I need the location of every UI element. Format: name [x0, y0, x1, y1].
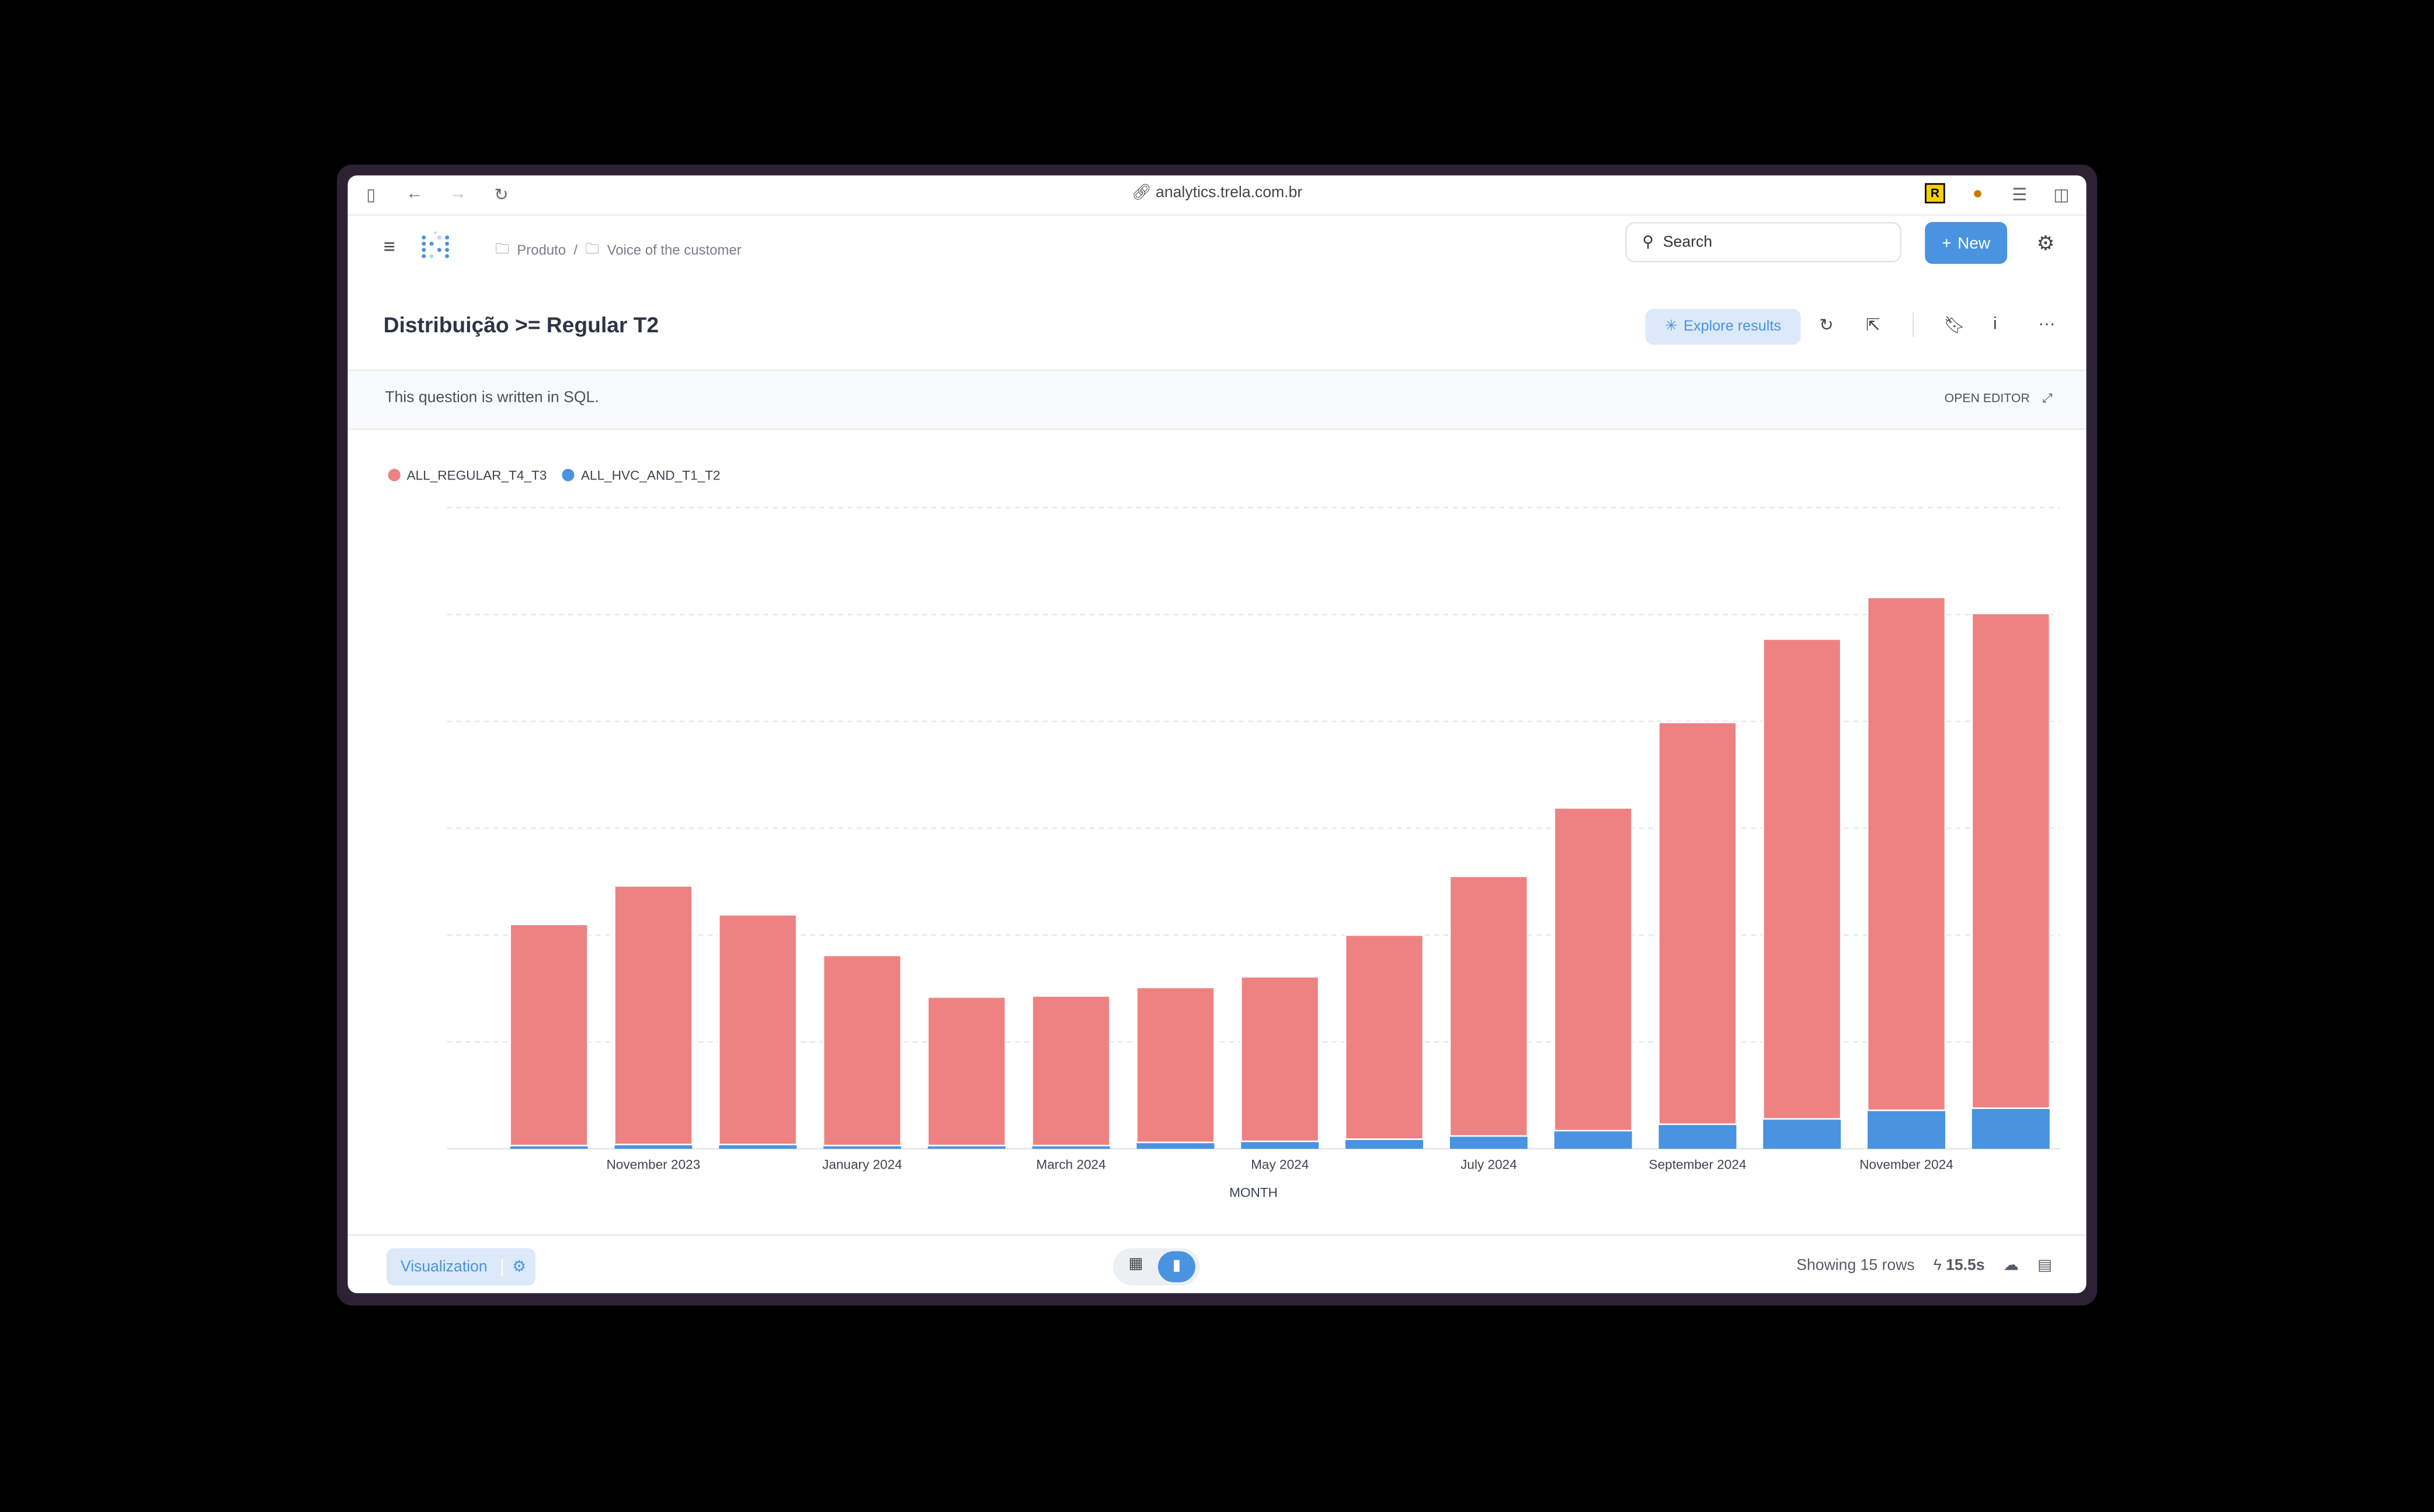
stacked-bar-chart: November 2023 January 2024 March 2024 May 2… [447, 506, 2060, 1200]
bar-regular[interactable] [1553, 807, 1633, 1132]
bar-hvc[interactable] [1868, 1110, 1945, 1149]
bar-regular[interactable] [1971, 613, 2051, 1109]
viz-settings-gear-icon[interactable]: ⚙ [501, 1258, 536, 1275]
bar-regular[interactable] [1866, 596, 1946, 1111]
bar-hvc[interactable] [1345, 1139, 1423, 1149]
bolt-icon: ϟ [1933, 1257, 1946, 1275]
result-status: Showing 15 rows ϟ 15.5s ☁ ▤ [1796, 1257, 2052, 1274]
bar-hvc[interactable] [1554, 1130, 1632, 1149]
bar-regular[interactable] [1762, 638, 1842, 1120]
x-tick-label: November 2023 [607, 1158, 701, 1172]
x-tick-label: July 2024 [1461, 1158, 1517, 1172]
x-tick-label: September 2024 [1649, 1158, 1746, 1172]
bar-regular[interactable] [614, 885, 693, 1146]
bar-hvc[interactable] [1241, 1141, 1319, 1149]
bar-regular[interactable] [1136, 986, 1215, 1143]
footer-bar: Visualization ⚙ ▦ ▮ Showing 15 rows ϟ 15… [347, 1234, 2087, 1293]
bar-regular[interactable] [718, 914, 798, 1146]
x-tick-label: May 2024 [1251, 1158, 1309, 1172]
browser-window: ▯ ← → ↻ 🔗︎ analytics.trela.com.br R ● ☰ … [336, 164, 2098, 1306]
bar-hvc[interactable] [1136, 1142, 1215, 1149]
bar-hvc[interactable] [1658, 1124, 1737, 1149]
chart-view-icon[interactable]: ▮ [1158, 1251, 1195, 1282]
visualization-button[interactable]: Visualization ⚙ [386, 1248, 536, 1285]
row-count: Showing 15 rows [1796, 1257, 1915, 1275]
bar-regular[interactable] [1031, 995, 1111, 1146]
x-tick-label: November 2024 [1859, 1158, 1953, 1172]
x-tick-label: March 2024 [1036, 1158, 1105, 1172]
bar-regular[interactable] [822, 954, 902, 1146]
table-view-icon[interactable]: ▦ [1129, 1256, 1143, 1273]
bar-regular[interactable] [1449, 875, 1529, 1137]
x-axis-title: MONTH [1229, 1185, 1278, 1200]
bar-regular[interactable] [927, 996, 1007, 1146]
bar-regular[interactable] [1344, 934, 1424, 1140]
bar-hvc[interactable] [1449, 1136, 1528, 1149]
calendar-icon[interactable]: ▤ [2037, 1257, 2052, 1274]
bar-regular[interactable] [1240, 976, 1320, 1142]
bar-regular[interactable] [1658, 721, 1737, 1125]
duration: ϟ 15.5s [1933, 1257, 1985, 1275]
download-icon[interactable]: ☁ [2004, 1257, 2019, 1274]
x-tick-label: January 2024 [822, 1158, 902, 1172]
view-toggle: ▦ ▮ [1112, 1248, 1200, 1285]
bar-hvc[interactable] [1763, 1118, 1841, 1149]
bar-regular[interactable] [509, 923, 589, 1146]
bar-hvc[interactable] [1971, 1108, 2050, 1149]
